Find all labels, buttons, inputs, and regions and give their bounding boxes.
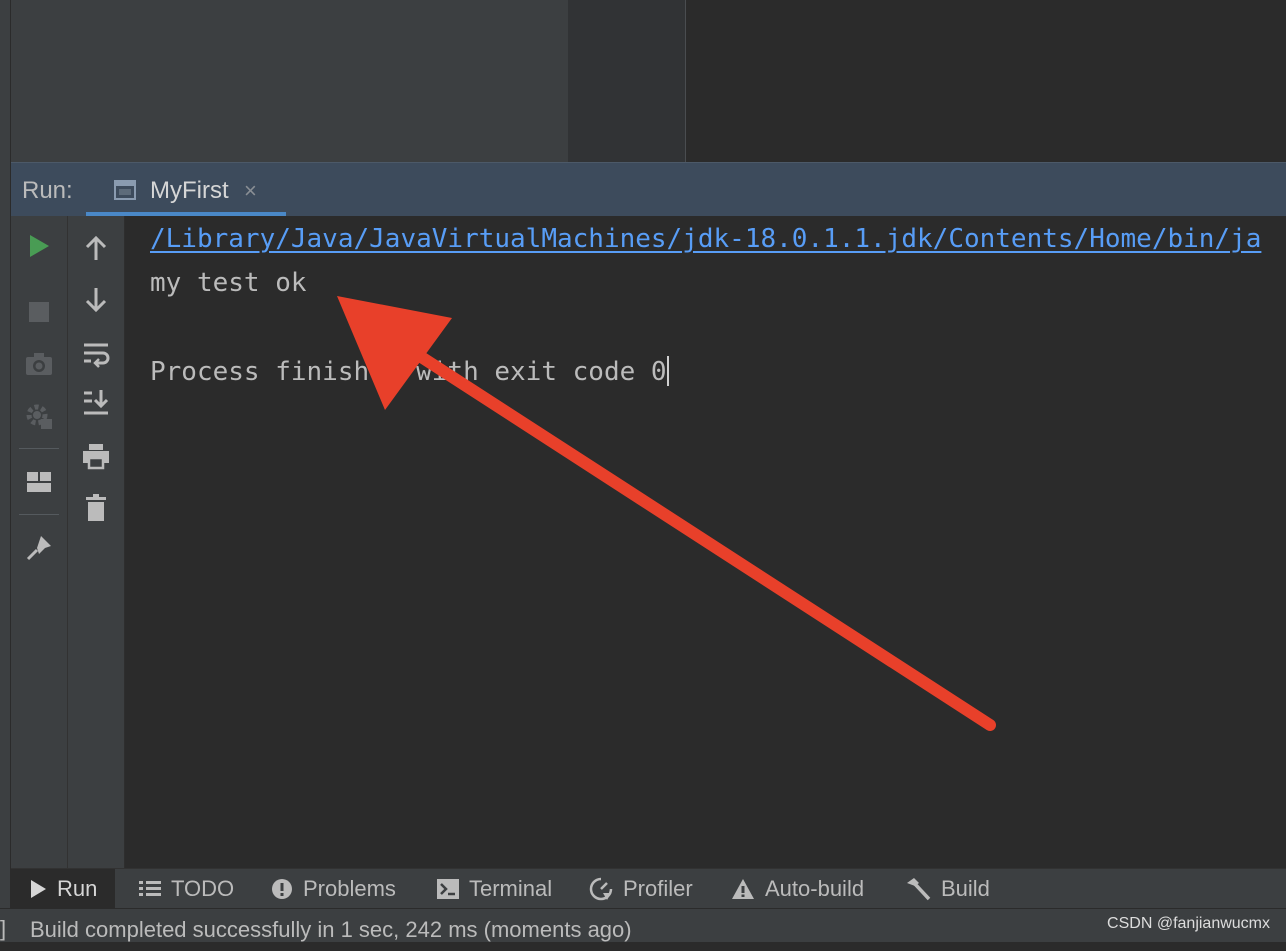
- editor-area: [686, 0, 1286, 162]
- play-icon: [31, 880, 46, 898]
- java-command-link[interactable]: /Library/Java/JavaVirtualMachines/jdk-18…: [150, 224, 1261, 254]
- bottom-tab-profiler[interactable]: Profiler: [589, 869, 693, 909]
- bottom-tab-todo-label: TODO: [171, 876, 235, 901]
- text-caret: [666, 356, 669, 386]
- scroll-to-end-button[interactable]: [80, 386, 112, 418]
- layout-icon: [27, 472, 51, 492]
- editor-gutter: [568, 0, 685, 162]
- bottom-tab-auto-build-label: Auto-build: [765, 876, 865, 901]
- run-label: Run:: [22, 177, 73, 204]
- left-edge-strip: [0, 0, 11, 942]
- stop-button[interactable]: [23, 296, 55, 328]
- run-toolbar-primary: [11, 216, 68, 868]
- arrow-up-icon: [85, 235, 107, 260]
- stop-icon: [29, 302, 49, 322]
- close-icon[interactable]: ×: [244, 163, 257, 219]
- print-button[interactable]: [80, 440, 112, 472]
- bottom-tab-run[interactable]: Run: [11, 869, 115, 909]
- restore-layout-button[interactable]: [23, 466, 55, 498]
- tab-myfirst-label: MyFirst: [150, 177, 229, 204]
- bottom-tab-build-label: Build: [941, 876, 990, 901]
- arrow-down-icon: [85, 288, 107, 313]
- status-bar: ] Build completed successfully in 1 sec,…: [0, 908, 1286, 942]
- bottom-tab-problems-label: Problems: [303, 876, 396, 901]
- dump-threads-button[interactable]: [23, 348, 55, 380]
- camera-icon: [26, 353, 52, 375]
- rerun-button[interactable]: [23, 230, 55, 262]
- debug-gear-icon: [26, 404, 52, 429]
- run-window-header: Run: MyFirst ×: [11, 162, 1286, 217]
- rerun-icon: [30, 235, 49, 257]
- tab-myfirst[interactable]: MyFirst ×: [86, 163, 286, 217]
- bottom-tab-todo[interactable]: TODO: [139, 869, 234, 909]
- program-output-line: my test ok: [150, 268, 307, 298]
- project-pane: [11, 0, 568, 162]
- attach-debugger-button[interactable]: [23, 400, 55, 432]
- toolbar-separator: [19, 514, 59, 515]
- toolbar-separator: [19, 448, 59, 449]
- trash-icon: [86, 494, 106, 521]
- terminal-icon: [437, 879, 459, 899]
- pin-icon: [26, 536, 51, 561]
- profiler-icon: [589, 877, 613, 901]
- clear-all-button[interactable]: [80, 492, 112, 524]
- tool-window-bar: Run TODO Problems Terminal Profiler Auto…: [11, 868, 1286, 909]
- pin-tab-button[interactable]: [23, 532, 55, 564]
- scroll-to-end-icon: [84, 390, 109, 415]
- bottom-tab-terminal-label: Terminal: [469, 876, 553, 901]
- bottom-tab-build[interactable]: Build: [905, 869, 990, 909]
- previous-occurrence-button[interactable]: [80, 232, 112, 264]
- bottom-tab-terminal[interactable]: Terminal: [437, 869, 552, 909]
- bottom-tab-auto-build[interactable]: Auto-build: [731, 869, 864, 909]
- list-icon: [139, 881, 161, 896]
- hammer-icon: [907, 878, 931, 901]
- watermark: CSDN @fanjianwucmx: [1107, 915, 1270, 932]
- bottom-tab-profiler-label: Profiler: [623, 876, 693, 901]
- next-occurrence-button[interactable]: [80, 284, 112, 316]
- soft-wrap-icon: [84, 343, 110, 368]
- print-icon: [83, 444, 109, 470]
- status-bar-edge-glyph: ]: [0, 916, 7, 941]
- run-toolbar-secondary: [68, 216, 125, 868]
- console-window-icon: [114, 180, 136, 200]
- console-output-area[interactable]: /Library/Java/JavaVirtualMachines/jdk-18…: [125, 216, 1286, 868]
- process-exit-line: Process finished with exit code 0: [150, 356, 669, 387]
- process-exit-text: Process finished with exit code 0: [150, 357, 667, 387]
- problems-icon: [272, 879, 292, 899]
- bottom-tab-problems[interactable]: Problems: [271, 869, 396, 909]
- bottom-tab-run-label: Run: [57, 876, 98, 901]
- status-message[interactable]: Build completed successfully in 1 sec, 2…: [30, 909, 632, 951]
- warning-icon: [732, 879, 754, 899]
- soft-wrap-button[interactable]: [80, 338, 112, 370]
